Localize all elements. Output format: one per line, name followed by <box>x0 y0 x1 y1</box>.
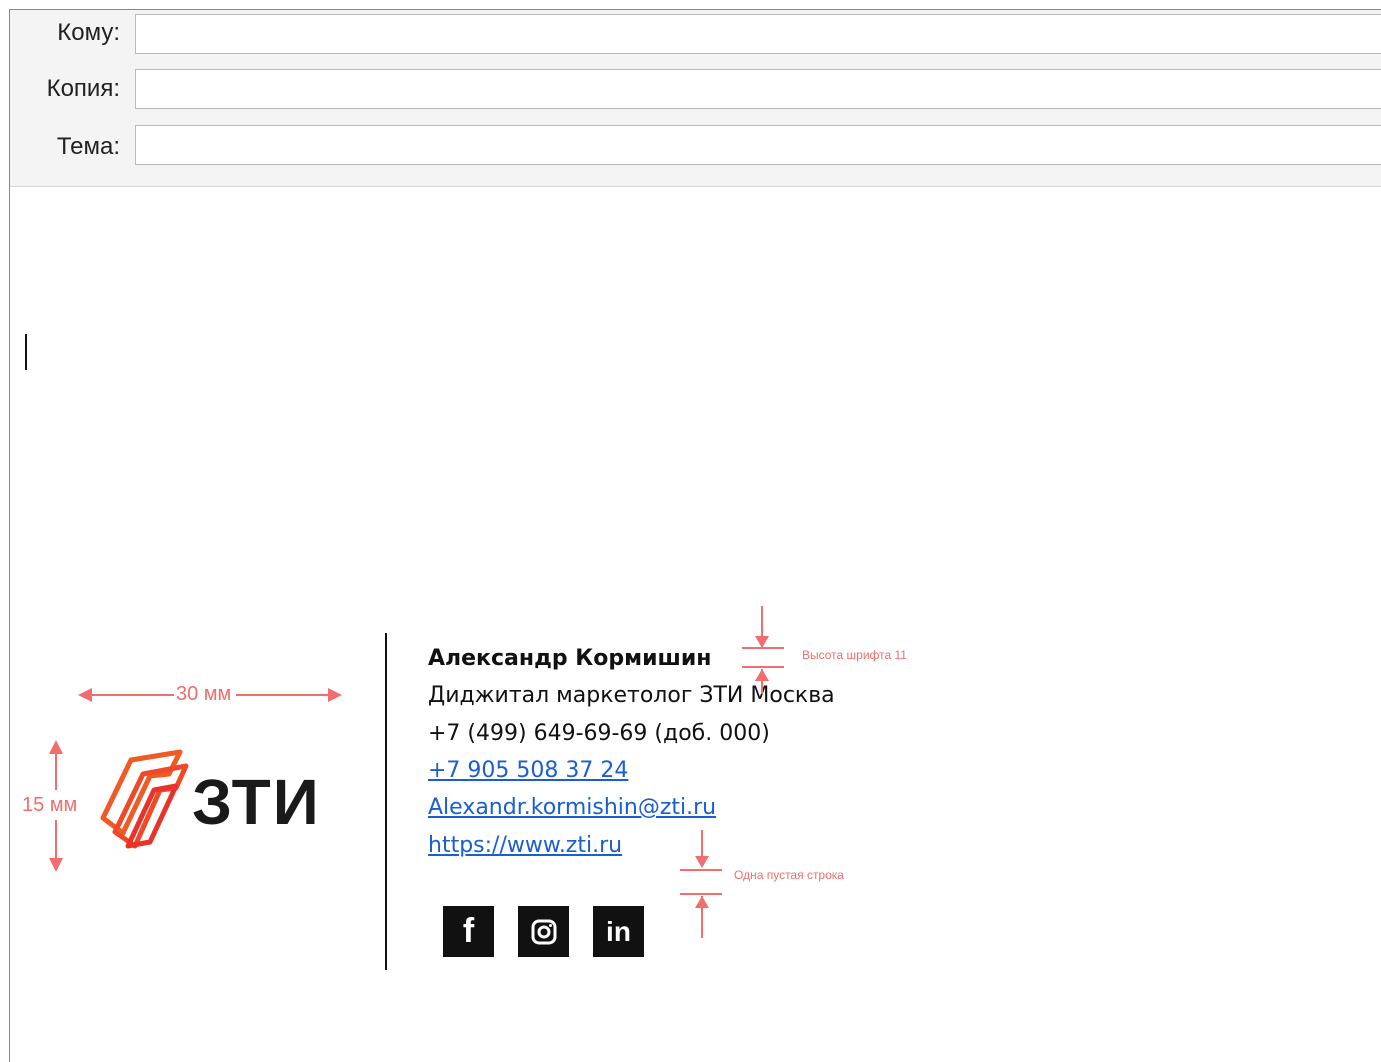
annotation-width: 30 мм <box>176 683 232 705</box>
annotation-arrows <box>49 606 784 938</box>
annotation-font-height: Высота шрифта 11 <box>802 648 907 662</box>
annotation-height: 15 мм <box>22 794 78 816</box>
annotation-empty-line: Одна пустая строка <box>734 868 844 882</box>
